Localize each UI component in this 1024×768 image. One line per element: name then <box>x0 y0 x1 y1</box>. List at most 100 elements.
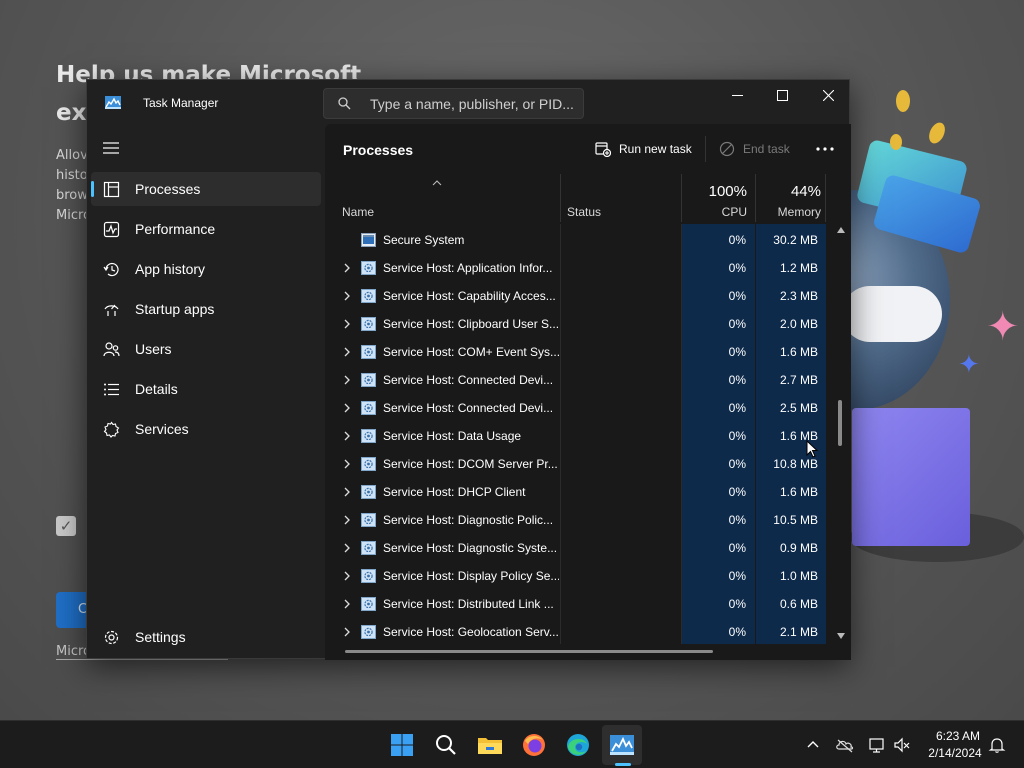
chevron-right-icon[interactable] <box>343 459 351 469</box>
sparkle-illustration: ✦ <box>958 350 980 380</box>
nav-item-details[interactable]: Details <box>91 372 321 406</box>
edge-button[interactable] <box>558 725 598 765</box>
process-memory: 0.6 MB <box>779 597 818 611</box>
sparkle-illustration: ✦ <box>986 304 1020 350</box>
firefox-button[interactable] <box>514 725 554 765</box>
nav-item-settings[interactable]: Settings <box>91 620 321 654</box>
process-row[interactable]: Service Host: Data Usage 0% 1.6 MB <box>329 422 826 450</box>
task-manager-window: Task Manager Type a name, publisher, or … <box>86 79 851 660</box>
process-memory: 10.8 MB <box>773 457 818 471</box>
run-new-task-button[interactable]: Run new task <box>595 138 692 160</box>
scroll-down-arrow-icon[interactable] <box>836 632 846 640</box>
edge-icon <box>567 734 589 756</box>
process-row[interactable]: Service Host: Connected Devi... 0% 2.5 MB <box>329 394 826 422</box>
process-memory: 30.2 MB <box>773 233 818 247</box>
start-button[interactable] <box>382 725 422 765</box>
file-explorer-button[interactable] <box>470 725 510 765</box>
nav-label-settings: Settings <box>135 629 186 645</box>
nav-item-services[interactable]: Services <box>91 412 321 446</box>
more-options-icon[interactable] <box>813 138 837 160</box>
service-host-icon <box>361 317 376 331</box>
minimize-button[interactable] <box>714 80 760 110</box>
task-manager-icon <box>610 735 634 755</box>
search-icon <box>436 735 456 755</box>
search-input[interactable] <box>370 95 576 113</box>
nav-item-startup-apps[interactable]: Startup apps <box>91 292 321 326</box>
network-icon[interactable] <box>868 736 886 754</box>
nav-label-services: Services <box>135 421 189 437</box>
chevron-right-icon[interactable] <box>343 543 351 553</box>
selection-indicator <box>91 181 94 197</box>
chevron-right-icon[interactable] <box>343 375 351 385</box>
process-memory: 1.6 MB <box>779 345 818 359</box>
process-cpu: 0% <box>728 541 746 555</box>
taskbar-search-button[interactable] <box>426 725 466 765</box>
chevron-right-icon[interactable] <box>343 319 351 329</box>
startup-apps-icon <box>104 304 119 316</box>
process-row[interactable]: Service Host: COM+ Event Sys... 0% 1.6 MB <box>329 338 826 366</box>
windows-start-icon <box>391 734 413 756</box>
nav-label-processes: Processes <box>135 181 201 197</box>
service-host-icon <box>361 541 376 555</box>
processes-page: Processes Run new task End task Name Sta… <box>325 124 851 660</box>
chevron-right-icon[interactable] <box>343 571 351 581</box>
chevron-right-icon[interactable] <box>343 347 351 357</box>
chevron-up-icon[interactable] <box>804 736 822 754</box>
process-row[interactable]: Secure System 0% 30.2 MB <box>329 226 826 254</box>
process-row[interactable]: Service Host: Clipboard User S... 0% 2.0 M… <box>329 310 826 338</box>
process-row[interactable]: Service Host: DCOM Server Pr... 0% 10.8 MB <box>329 450 826 478</box>
chevron-right-icon[interactable] <box>343 599 351 609</box>
process-row[interactable]: Service Host: Display Policy Se... 0% 1.0 … <box>329 562 826 590</box>
task-manager-taskbar-button[interactable] <box>602 725 642 765</box>
process-row[interactable]: Service Host: Capability Acces... 0% 2.3 M… <box>329 282 826 310</box>
process-row[interactable]: Service Host: DHCP Client 0% 1.6 MB <box>329 478 826 506</box>
process-row[interactable]: Service Host: Diagnostic Polic... 0% 10.5 … <box>329 506 826 534</box>
nav-item-processes[interactable]: Processes <box>91 172 321 206</box>
clock-time[interactable]: 6:23 AM <box>928 729 988 743</box>
column-status[interactable]: Status <box>567 205 601 219</box>
process-name: Service Host: Clipboard User S... <box>383 317 559 331</box>
title-bar[interactable]: Task Manager <box>87 80 851 126</box>
chevron-right-icon[interactable] <box>343 627 351 637</box>
process-row[interactable]: Service Host: Connected Devi... 0% 2.7 MB <box>329 366 826 394</box>
process-row[interactable]: Service Host: Diagnostic Syste... 0% 0.9 M… <box>329 534 826 562</box>
chevron-right-icon[interactable] <box>343 431 351 441</box>
oobe-checkbox[interactable]: ✓ <box>56 516 76 536</box>
chevron-right-icon[interactable] <box>343 515 351 525</box>
close-button[interactable] <box>805 80 851 110</box>
process-row[interactable]: Service Host: Application Infor... 0% 1.2 … <box>329 254 826 282</box>
scroll-up-arrow-icon[interactable] <box>836 226 846 234</box>
process-name: Service Host: Application Infor... <box>383 261 553 275</box>
nav-item-performance[interactable]: Performance <box>91 212 321 246</box>
service-host-icon <box>361 289 376 303</box>
chevron-right-icon[interactable] <box>343 487 351 497</box>
end-task-button[interactable]: End task <box>719 138 790 160</box>
process-row[interactable]: Service Host: Geolocation Serv... 0% 2.1 M… <box>329 618 826 644</box>
chevron-right-icon[interactable] <box>343 263 351 273</box>
column-name[interactable]: Name <box>342 205 374 219</box>
column-cpu[interactable]: CPU <box>689 205 747 219</box>
process-memory: 2.0 MB <box>779 317 818 331</box>
page-title: Processes <box>343 142 414 158</box>
hamburger-menu-icon[interactable] <box>103 142 119 154</box>
search-box[interactable] <box>323 88 584 119</box>
process-memory: 1.2 MB <box>779 261 818 275</box>
volume-muted-icon[interactable] <box>893 736 911 754</box>
horizontal-scrollbar-thumb[interactable] <box>345 650 713 653</box>
nav-item-users[interactable]: Users <box>91 332 321 366</box>
notification-bell-icon[interactable] <box>988 736 1006 754</box>
process-row[interactable]: Service Host: Distributed Link ... 0% 0.6 … <box>329 590 826 618</box>
process-memory: 1.0 MB <box>779 569 818 583</box>
process-memory: 2.7 MB <box>779 373 818 387</box>
chevron-right-icon[interactable] <box>343 403 351 413</box>
vertical-scrollbar-thumb[interactable] <box>838 400 842 446</box>
onedrive-icon[interactable] <box>836 736 854 754</box>
task-manager-icon <box>105 96 121 109</box>
nav-item-app-history[interactable]: App history <box>91 252 321 286</box>
clock-date[interactable]: 2/14/2024 <box>922 746 988 760</box>
users-icon <box>103 342 120 357</box>
column-memory[interactable]: Memory <box>759 205 821 219</box>
maximize-button[interactable] <box>759 80 805 110</box>
cloud-illustration <box>842 286 942 342</box>
chevron-right-icon[interactable] <box>343 291 351 301</box>
